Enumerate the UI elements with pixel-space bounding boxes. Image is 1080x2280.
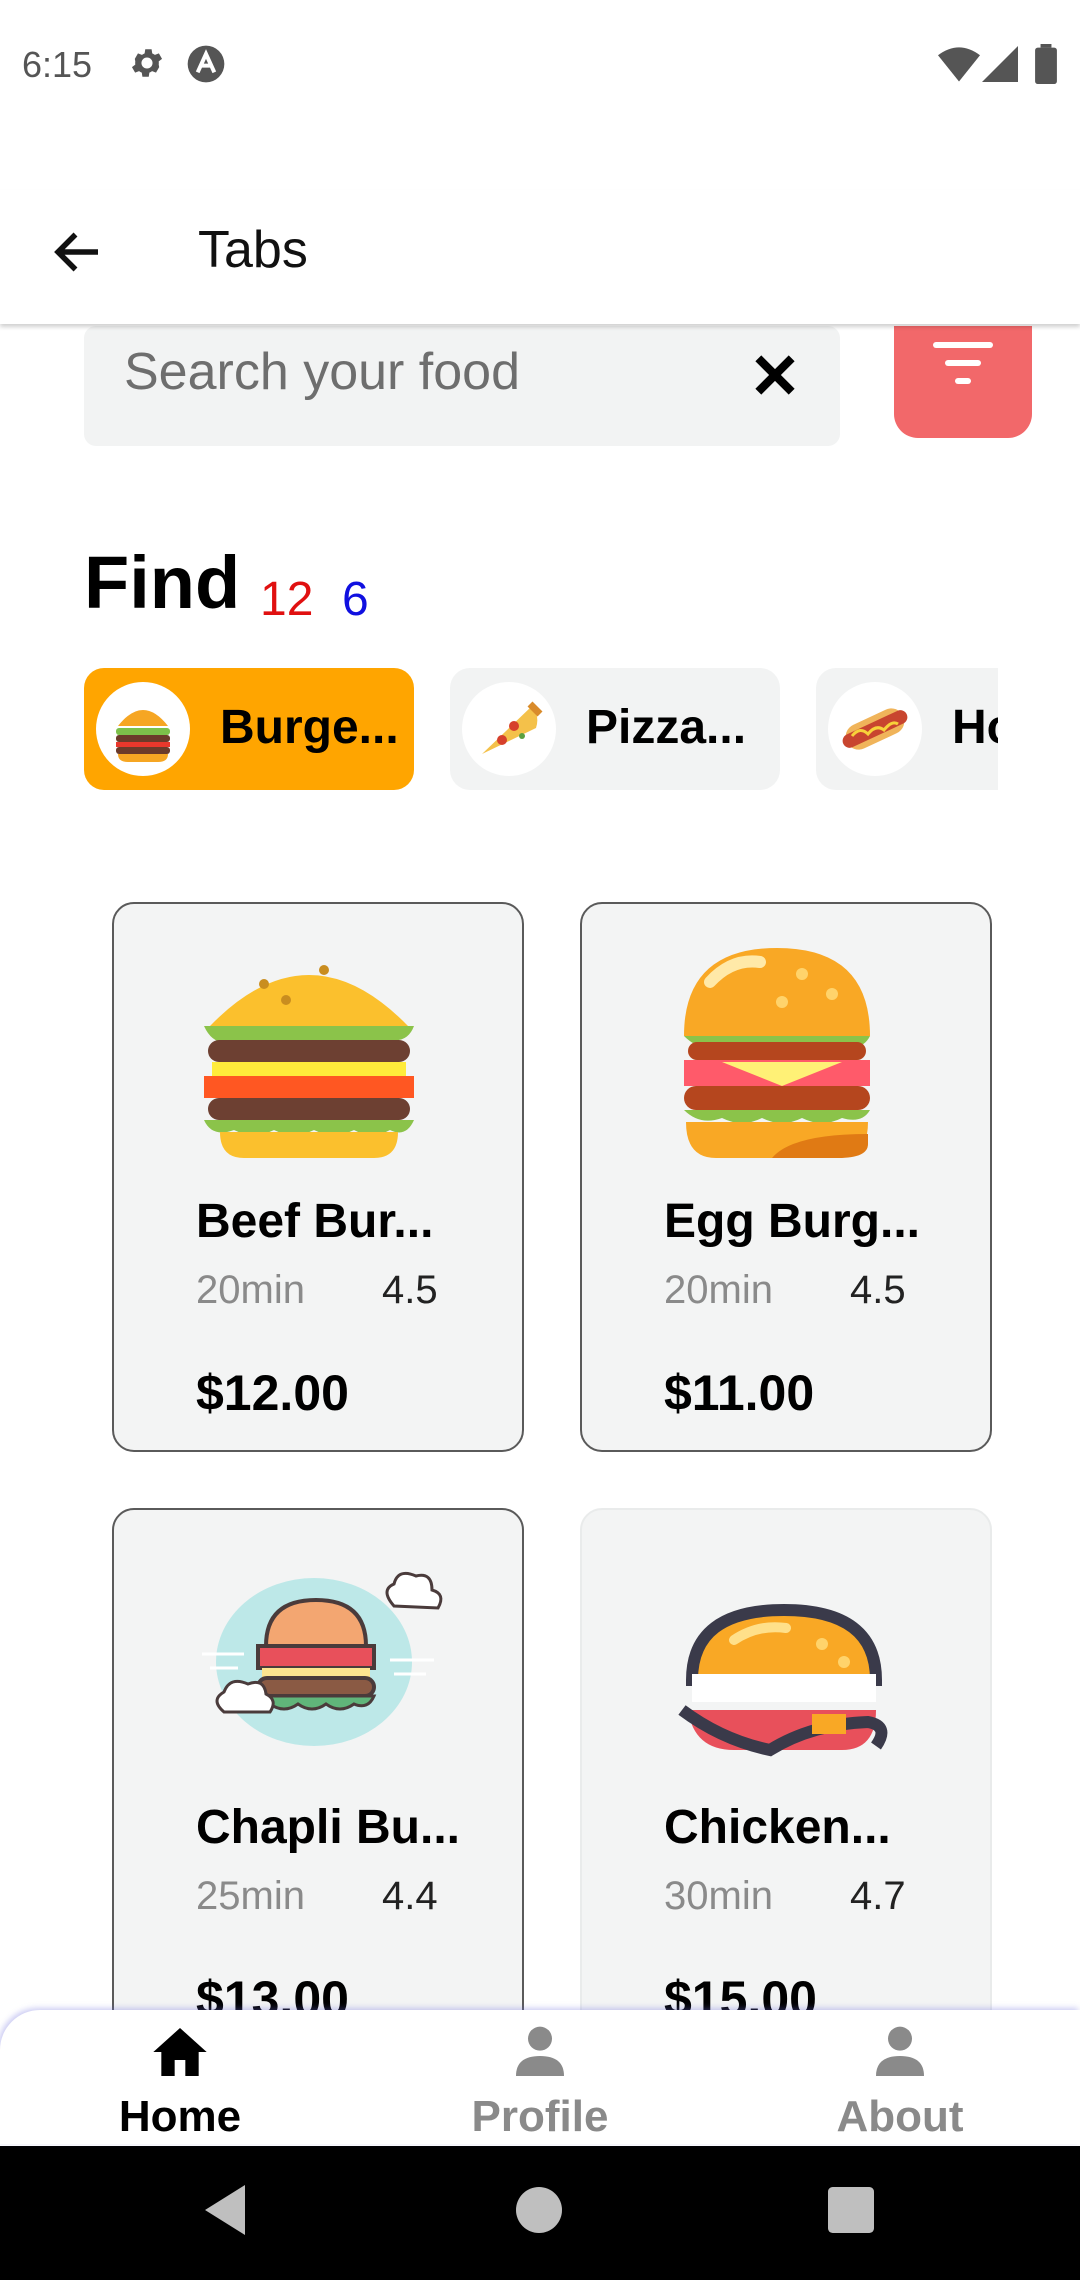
category-label: Ho — [952, 701, 998, 754]
person-icon — [868, 2020, 932, 2084]
category-label: Pizza... — [586, 701, 747, 754]
burger-icon — [96, 682, 190, 776]
find-heading: Find — [84, 541, 241, 624]
nav-label: Profile — [471, 2092, 609, 2141]
find-count-primary: 12 — [260, 573, 314, 626]
hotdog-icon — [828, 682, 922, 776]
wifi-icon — [938, 44, 980, 89]
food-name: Chicken... — [664, 1801, 891, 1854]
search-placeholder: Search your food — [124, 343, 521, 401]
food-time: 20min — [196, 1268, 305, 1312]
food-rating: 4.4 — [382, 1874, 438, 1918]
food-card-chicken-burger[interactable]: Chicken... 30min 4.7 $15.00 — [580, 1508, 992, 2058]
status-bar: 6:15 — [0, 0, 1080, 136]
filter-button[interactable] — [894, 326, 1032, 438]
nav-profile[interactable]: Profile — [360, 2010, 720, 2144]
food-time: 30min — [664, 1874, 773, 1918]
category-list: Burge... Pizza... Ho — [84, 668, 998, 790]
beef-burger-icon — [194, 944, 424, 1164]
find-count-secondary: 6 — [342, 573, 369, 626]
nav-label: About — [836, 2092, 964, 2141]
food-price: $12.00 — [196, 1365, 349, 1421]
food-name: Chapli Bu... — [196, 1801, 460, 1854]
filter-icon — [931, 340, 995, 395]
search-input[interactable]: Search your food — [84, 326, 840, 446]
food-name: Beef Bur... — [196, 1195, 434, 1248]
home-circle-icon[interactable] — [516, 2180, 562, 2245]
back-triangle-icon[interactable] — [200, 2180, 250, 2245]
page-title: Tabs — [198, 221, 308, 279]
food-name: Egg Burg... — [664, 1195, 920, 1248]
arrow-left-icon[interactable] — [48, 222, 108, 282]
food-card-beef-burger[interactable]: Beef Bur... 20min 4.5 $12.00 — [112, 902, 524, 1452]
bottom-navigation: Home Profile About — [0, 2010, 1080, 2144]
system-navigation-bar — [0, 2146, 1080, 2280]
egg-burger-icon — [662, 944, 892, 1164]
food-card-egg-burger[interactable]: Egg Burg... 20min 4.5 $11.00 — [580, 902, 992, 1452]
category-label: Burge... — [220, 701, 399, 754]
nav-home[interactable]: Home — [0, 2010, 360, 2144]
category-chip-pizza[interactable]: Pizza... — [450, 668, 780, 790]
nav-label: Home — [118, 2092, 242, 2141]
chicken-burger-icon — [662, 1550, 892, 1770]
category-chip-hotdog[interactable]: Ho — [816, 668, 998, 790]
chapli-burger-icon — [194, 1550, 443, 1770]
food-card-chapli-burger[interactable]: Chapli Bu... 25min 4.4 $13.00 — [112, 1508, 524, 2058]
signal-icon — [982, 44, 1018, 89]
app-bar: Tabs — [0, 190, 1080, 324]
battery-icon — [1034, 44, 1058, 89]
food-time: 25min — [196, 1874, 305, 1918]
food-price: $11.00 — [664, 1365, 815, 1421]
status-time: 6:15 — [22, 44, 93, 85]
a-badge-icon — [186, 44, 226, 89]
pizza-icon — [462, 682, 556, 776]
food-time: 20min — [664, 1268, 773, 1312]
category-chip-burger[interactable]: Burge... — [84, 668, 414, 790]
food-rating: 4.7 — [850, 1874, 906, 1918]
settings-icon — [128, 44, 166, 87]
person-icon — [508, 2020, 572, 2084]
food-rating: 4.5 — [382, 1268, 438, 1312]
close-icon[interactable] — [750, 350, 800, 400]
food-rating: 4.5 — [850, 1268, 906, 1312]
home-icon — [148, 2020, 212, 2084]
recents-square-icon[interactable] — [828, 2180, 874, 2245]
nav-about[interactable]: About — [720, 2010, 1080, 2144]
